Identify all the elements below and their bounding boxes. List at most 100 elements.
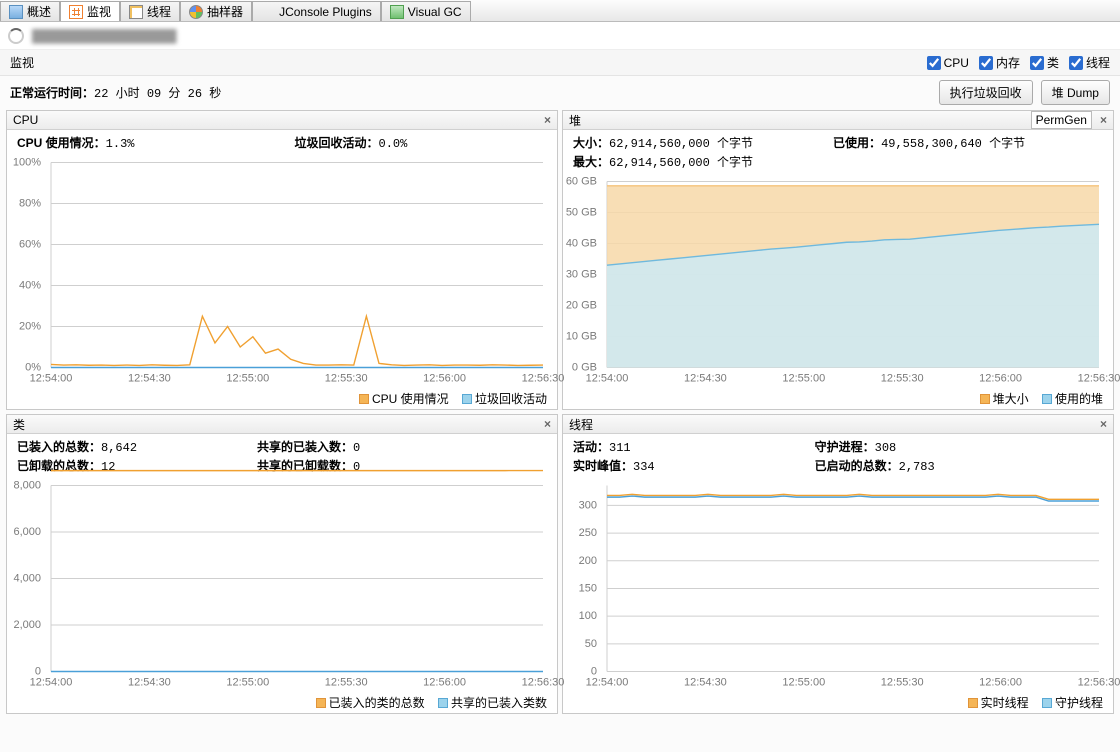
stat-label: 共享的已装入数： xyxy=(257,440,353,454)
svg-text:12:55:30: 12:55:30 xyxy=(325,677,368,689)
stat-label: CPU 使用情况： xyxy=(17,136,106,150)
stat-label: 最大： xyxy=(573,155,609,169)
tab-threads[interactable]: 线程 xyxy=(120,1,180,21)
top-tab-bar: 概述 监视 线程 抽样器 JConsole Plugins Visual GC xyxy=(0,0,1120,22)
stat-label: 垃圾回收活动： xyxy=(294,136,378,150)
toggle-cpu[interactable]: CPU xyxy=(927,54,969,71)
tab-label: 概述 xyxy=(27,3,51,20)
svg-text:200: 200 xyxy=(579,555,597,567)
panel-title: 线程 xyxy=(569,416,593,433)
perform-gc-button[interactable]: 执行垃圾回收 xyxy=(939,80,1033,105)
tab-monitor[interactable]: 监视 xyxy=(60,1,120,21)
svg-text:12:56:00: 12:56:00 xyxy=(979,677,1022,689)
close-icon[interactable]: × xyxy=(544,113,551,127)
svg-text:12:54:30: 12:54:30 xyxy=(684,373,727,385)
close-icon[interactable]: × xyxy=(544,417,551,431)
uptime-value: 22 小时 09 分 26 秒 xyxy=(94,87,221,101)
svg-text:300: 300 xyxy=(579,499,597,511)
svg-text:12:55:30: 12:55:30 xyxy=(881,677,924,689)
stat-label: 活动： xyxy=(573,440,609,454)
svg-text:12:55:00: 12:55:00 xyxy=(782,373,825,385)
classes-panel: 类 × 已装入的总数：8,642 已卸载的总数：12 共享的已装入数：0 共享的… xyxy=(6,414,558,714)
toggle-memory[interactable]: 内存 xyxy=(979,54,1020,71)
classes-legend: 已装入的类的总数 共享的已装入类数 xyxy=(7,693,557,713)
cpu-chart: 0%20%40%60%80%100%12:54:0012:54:3012:55:… xyxy=(47,155,549,387)
svg-text:12:55:00: 12:55:00 xyxy=(782,677,825,689)
svg-text:20 GB: 20 GB xyxy=(566,300,597,312)
cpu-panel: CPU × CPU 使用情况：1.3% 垃圾回收活动：0.0% 0%20%40%… xyxy=(6,110,558,410)
svg-text:12:56:30: 12:56:30 xyxy=(522,373,565,385)
svg-text:60%: 60% xyxy=(19,239,41,251)
tab-visualgc[interactable]: Visual GC xyxy=(381,1,471,21)
tab-sampler[interactable]: 抽样器 xyxy=(180,1,252,21)
close-icon[interactable]: × xyxy=(1100,113,1107,127)
svg-text:12:54:30: 12:54:30 xyxy=(128,677,171,689)
toggle-classes[interactable]: 类 xyxy=(1030,54,1059,71)
tab-overview[interactable]: 概述 xyxy=(0,1,60,21)
stat-label: 已启动的总数： xyxy=(815,459,899,473)
svg-text:12:54:30: 12:54:30 xyxy=(684,677,727,689)
uptime-label: 正常运行时间： xyxy=(10,86,94,100)
threads-panel: 线程 × 活动：311 实时峰值：334 守护进程：308 已启动的总数：2,7… xyxy=(562,414,1114,714)
heap-legend: 堆大小 使用的堆 xyxy=(563,389,1113,409)
visualgc-icon xyxy=(390,5,404,19)
svg-text:12:55:00: 12:55:00 xyxy=(226,677,269,689)
metric-toggle-group: CPU 内存 类 线程 xyxy=(927,54,1110,71)
legend-swatch-icon xyxy=(1042,394,1052,404)
legend-swatch-icon xyxy=(359,394,369,404)
tab-jconsole[interactable]: JConsole Plugins xyxy=(252,1,381,21)
stat-label: 大小： xyxy=(573,136,609,150)
svg-text:8,000: 8,000 xyxy=(13,480,41,492)
svg-text:50 GB: 50 GB xyxy=(566,207,597,219)
svg-text:12:55:30: 12:55:30 xyxy=(325,373,368,385)
tab-label: 抽样器 xyxy=(207,3,243,20)
toggle-threads[interactable]: 线程 xyxy=(1069,54,1110,71)
overview-icon xyxy=(9,5,23,19)
panel-title: 堆 xyxy=(569,112,581,129)
threads-started-value: 2,783 xyxy=(899,460,935,474)
svg-text:60 GB: 60 GB xyxy=(566,176,597,188)
svg-text:10 GB: 10 GB xyxy=(566,331,597,343)
svg-text:40 GB: 40 GB xyxy=(566,238,597,250)
svg-text:12:56:00: 12:56:00 xyxy=(979,373,1022,385)
plugin-icon xyxy=(261,5,275,19)
cpu-legend: CPU 使用情况 垃圾回收活动 xyxy=(7,389,557,409)
heap-max-value: 62,914,560,000 个字节 xyxy=(609,156,753,170)
svg-text:12:54:00: 12:54:00 xyxy=(586,677,629,689)
threads-daemon-value: 308 xyxy=(875,441,897,455)
monitor-section-header: 监视 CPU 内存 类 线程 xyxy=(0,50,1120,76)
svg-text:30 GB: 30 GB xyxy=(566,269,597,281)
svg-text:12:54:00: 12:54:00 xyxy=(30,373,73,385)
classes-chart: 02,0004,0006,0008,00012:54:0012:54:3012:… xyxy=(47,478,549,691)
svg-text:4,000: 4,000 xyxy=(13,573,41,585)
tab-label: 监视 xyxy=(87,3,111,20)
monitor-icon xyxy=(69,5,83,19)
legend-swatch-icon xyxy=(980,394,990,404)
svg-text:80%: 80% xyxy=(19,198,41,210)
close-icon[interactable]: × xyxy=(1100,417,1107,431)
threads-chart: 05010015020025030012:54:0012:54:3012:55:… xyxy=(603,478,1105,691)
heap-used-value: 49,558,300,640 个字节 xyxy=(881,137,1025,151)
svg-text:12:55:30: 12:55:30 xyxy=(881,373,924,385)
svg-text:50: 50 xyxy=(585,638,597,650)
svg-text:12:54:00: 12:54:00 xyxy=(586,373,629,385)
classes-unloaded-value: 12 xyxy=(101,460,115,474)
legend-swatch-icon xyxy=(316,698,326,708)
stat-label: 已装入的总数： xyxy=(17,440,101,454)
svg-text:12:56:30: 12:56:30 xyxy=(522,677,565,689)
heap-dump-button[interactable]: 堆 Dump xyxy=(1041,80,1110,105)
classes-shared-unloaded-value: 0 xyxy=(353,460,360,474)
heap-size-value: 62,914,560,000 个字节 xyxy=(609,137,753,151)
legend-swatch-icon xyxy=(462,394,472,404)
stat-label: 守护进程： xyxy=(815,440,875,454)
gc-activity-value: 0.0% xyxy=(379,137,408,151)
threads-live-value: 311 xyxy=(609,441,631,455)
heap-chart: 0 GB10 GB20 GB30 GB40 GB50 GB60 GB12:54:… xyxy=(603,174,1105,387)
legend-swatch-icon xyxy=(968,698,978,708)
application-title-row: █████████████████ xyxy=(0,22,1120,50)
svg-text:250: 250 xyxy=(579,527,597,539)
sampler-icon xyxy=(189,5,203,19)
heap-metaspace-selector[interactable]: PermGen xyxy=(1031,111,1092,129)
svg-text:12:56:30: 12:56:30 xyxy=(1078,677,1120,689)
svg-text:150: 150 xyxy=(579,582,597,594)
